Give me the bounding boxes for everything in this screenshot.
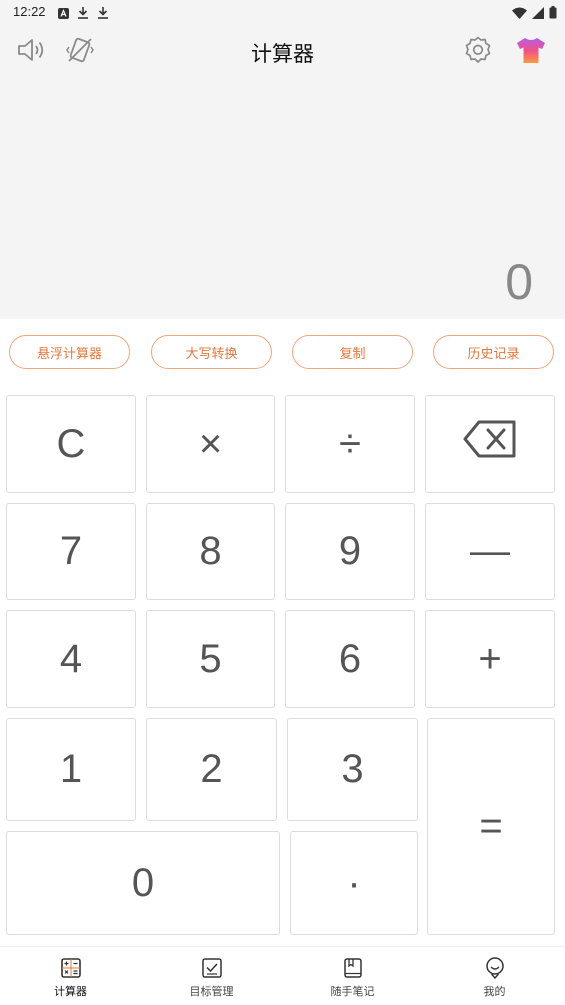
nav-label: 随手笔记 xyxy=(330,985,375,998)
floating-calculator-button[interactable]: 悬浮计算器 xyxy=(9,335,130,369)
nav-item-goal-management[interactable]: 目标管理 xyxy=(141,947,282,1005)
digit-8-key[interactable]: 8 xyxy=(146,503,275,600)
status-bar: 12:22 xyxy=(0,0,565,24)
clear-key[interactable]: C xyxy=(6,395,136,493)
theme-button[interactable] xyxy=(515,36,547,68)
profile-icon xyxy=(484,957,506,979)
digit-3-key[interactable]: 3 xyxy=(287,718,418,821)
multiply-key[interactable]: × xyxy=(146,395,275,493)
copy-button[interactable]: 复制 xyxy=(292,335,413,369)
digit-6-key[interactable]: 6 xyxy=(285,610,415,708)
function-buttons: 悬浮计算器 大写转换 复制 历史记录 xyxy=(0,335,565,373)
nav-item-calculator[interactable]: 计算器 xyxy=(0,947,141,1005)
digit-2-key[interactable]: 2 xyxy=(146,718,277,821)
checkbox-icon xyxy=(201,957,223,979)
gear-icon xyxy=(463,35,493,69)
minus-key[interactable]: — xyxy=(425,503,555,600)
settings-button[interactable] xyxy=(462,36,494,68)
digit-0-key[interactable]: 0 xyxy=(6,831,280,935)
nav-label: 计算器 xyxy=(54,985,87,998)
signal-icon xyxy=(532,4,544,23)
wifi-icon xyxy=(512,4,527,23)
digit-1-key[interactable]: 1 xyxy=(6,718,136,821)
uppercase-convert-button[interactable]: 大写转换 xyxy=(151,335,272,369)
nav-item-profile[interactable]: 我的 xyxy=(424,947,565,1005)
status-system-icons xyxy=(512,4,557,23)
equals-key[interactable]: = xyxy=(427,718,555,935)
decimal-point-key[interactable]: · xyxy=(290,831,418,935)
display-value: 0 xyxy=(505,254,533,310)
status-time: 12:22 xyxy=(13,4,46,19)
download-icon xyxy=(97,4,109,23)
download-icon xyxy=(77,4,89,23)
notification-app-icon xyxy=(58,4,69,23)
bottom-navigation: 计算器 目标管理 随手笔记 我的 xyxy=(0,946,565,1005)
battery-icon xyxy=(549,4,557,23)
digit-7-key[interactable]: 7 xyxy=(6,503,136,600)
backspace-key[interactable] xyxy=(425,395,555,493)
nav-item-quick-notes[interactable]: 随手笔记 xyxy=(282,947,423,1005)
digit-5-key[interactable]: 5 xyxy=(146,610,275,708)
calculator-display: 0 xyxy=(0,80,565,319)
nav-label: 目标管理 xyxy=(189,985,234,998)
nav-label: 我的 xyxy=(483,985,506,998)
history-button[interactable]: 历史记录 xyxy=(433,335,554,369)
digit-9-key[interactable]: 9 xyxy=(285,503,415,600)
status-notification-icons xyxy=(58,4,109,23)
notebook-icon xyxy=(342,957,364,979)
plus-key[interactable]: + xyxy=(425,610,555,708)
tshirt-icon xyxy=(516,36,546,68)
divide-key[interactable]: ÷ xyxy=(285,395,415,493)
app-bar: 计算器 xyxy=(0,24,565,80)
digit-4-key[interactable]: 4 xyxy=(6,610,136,708)
backspace-icon xyxy=(463,419,517,469)
calculator-icon xyxy=(60,957,82,979)
